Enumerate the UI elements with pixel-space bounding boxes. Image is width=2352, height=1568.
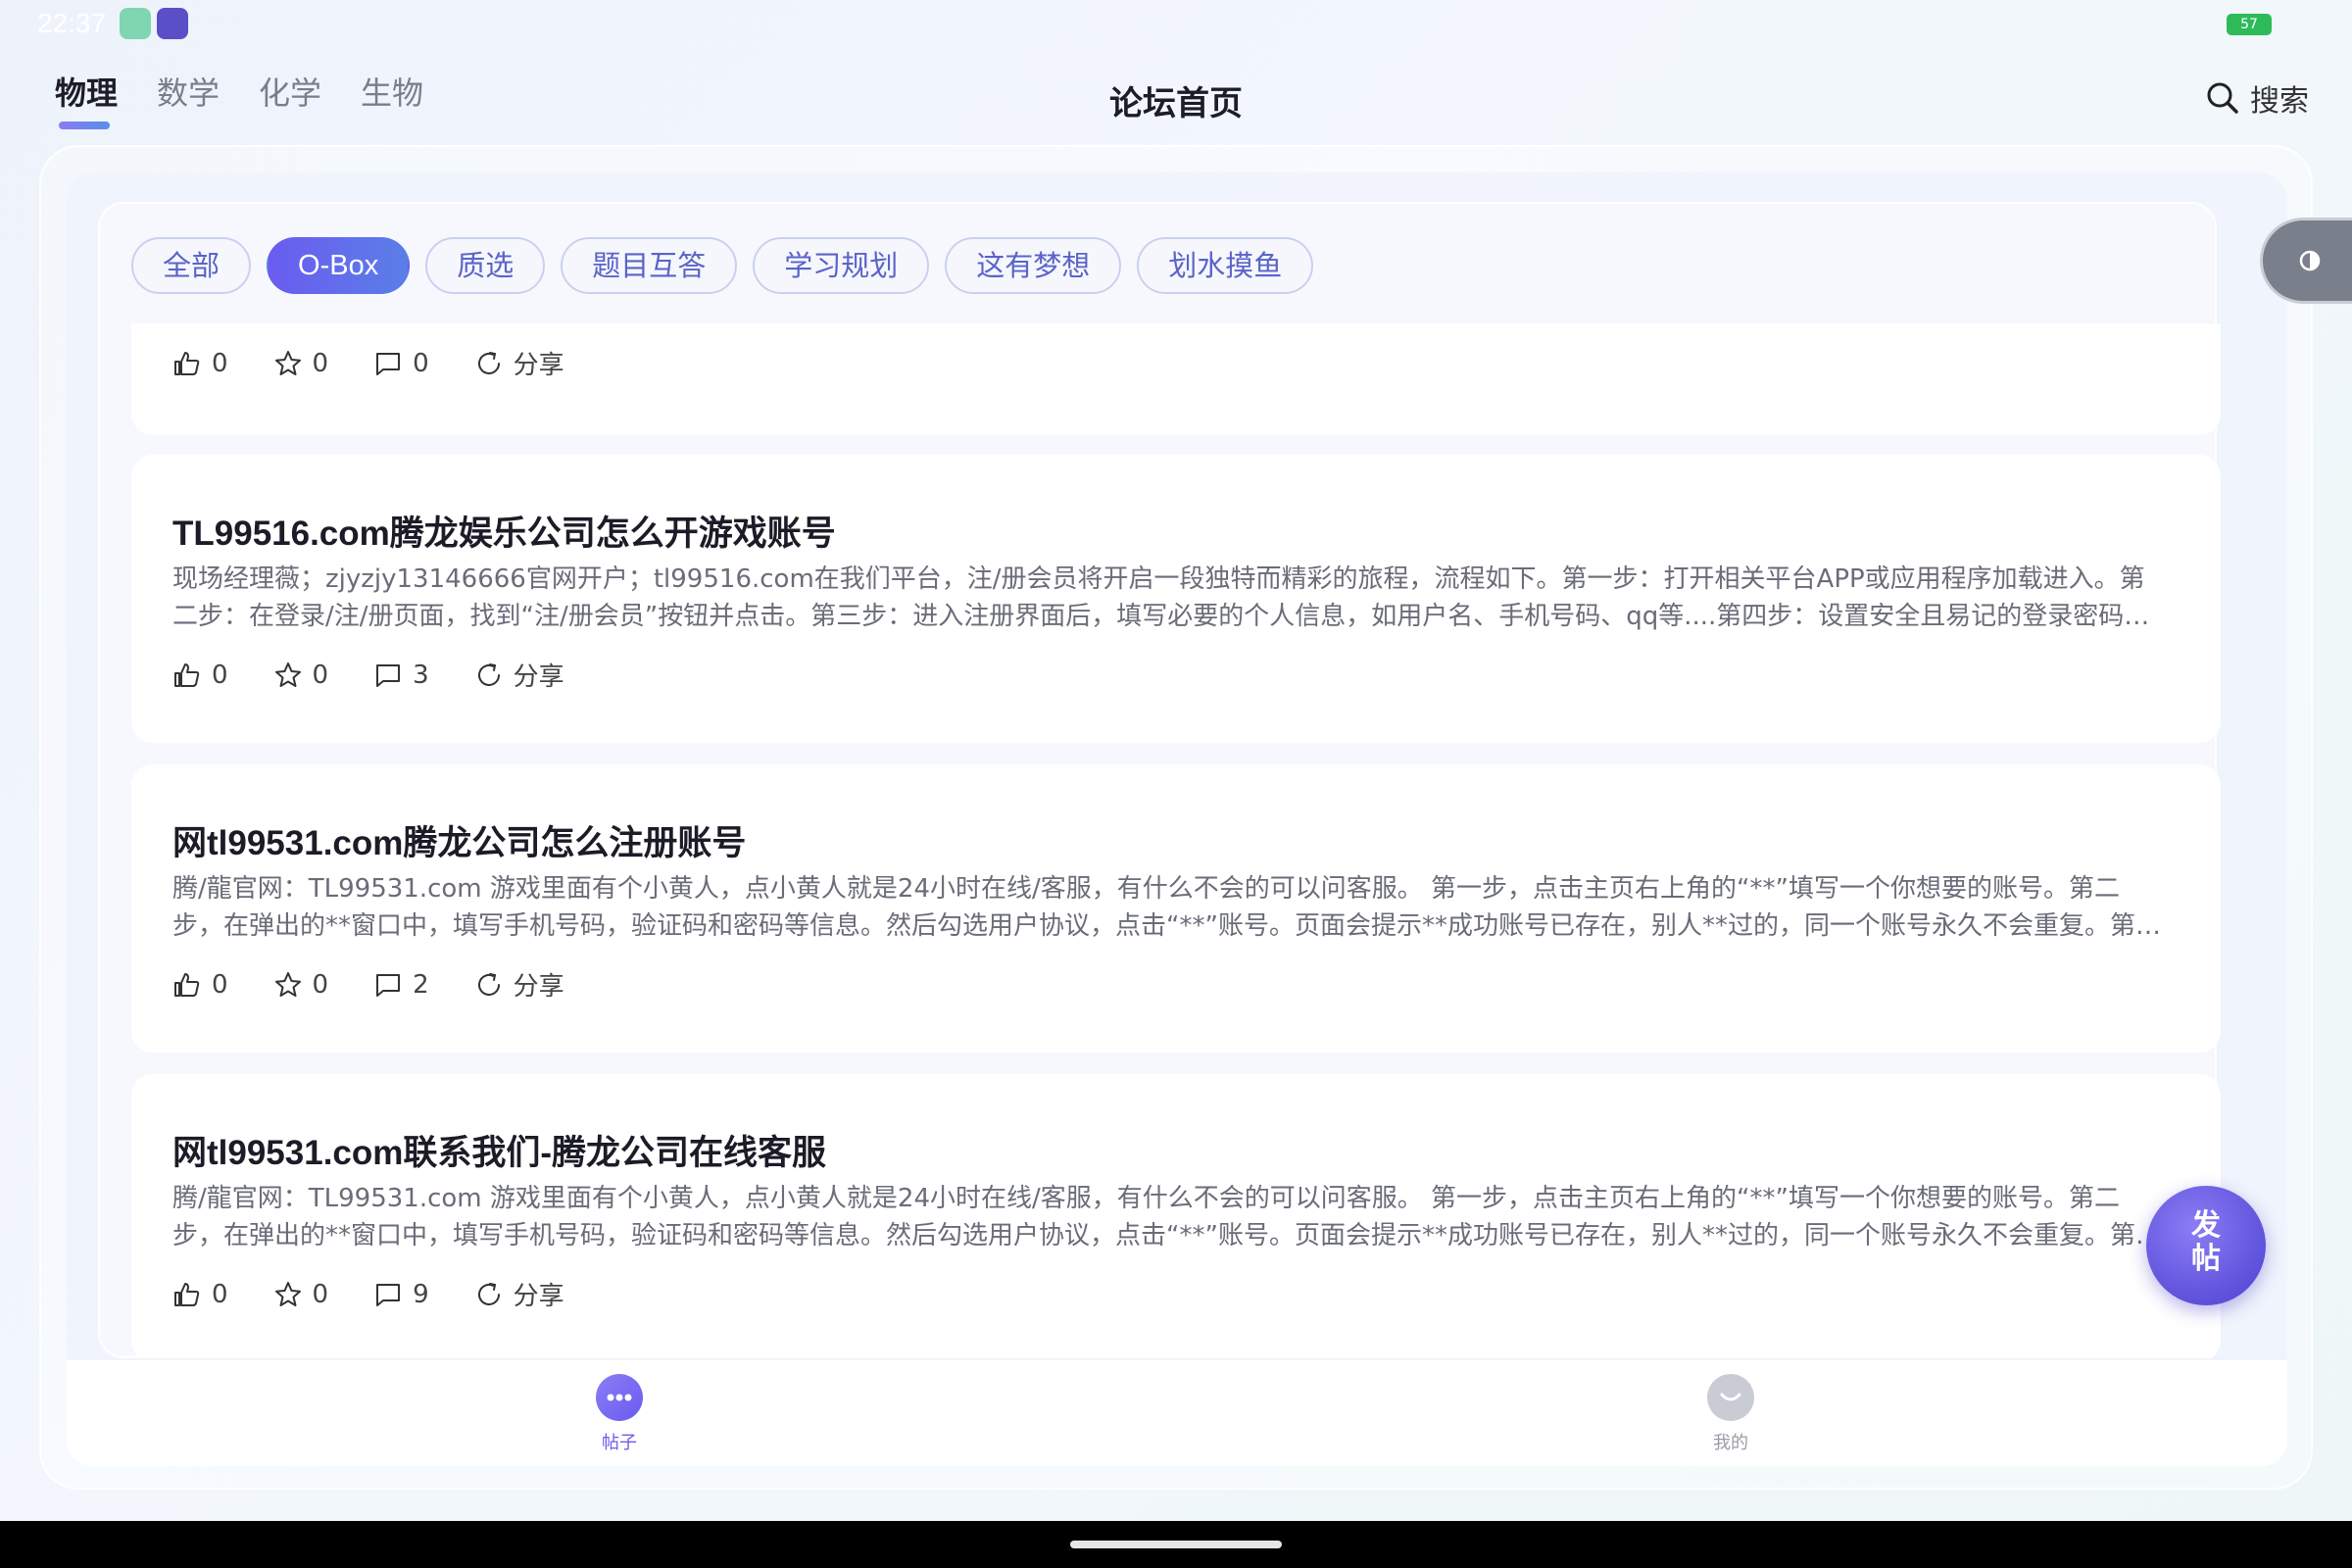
comment-icon (376, 663, 401, 687)
star-icon (274, 971, 301, 997)
share-label: 分享 (513, 351, 564, 380)
share-button[interactable]: 分享 (474, 345, 564, 381)
post-card[interactable]: TL99516.com腾龙娱乐公司怎么开游戏账号 现场经理薇；zjyzjy131… (131, 455, 2221, 743)
tab-posts-label: 帖子 (602, 1433, 637, 1453)
like-count: 0 (212, 969, 228, 1000)
comment-button[interactable]: 3 (373, 661, 429, 690)
chip-obox[interactable]: O-Box (267, 237, 411, 294)
thumbs-up-icon (174, 351, 200, 375)
share-label: 分享 (513, 662, 564, 692)
thumbs-up-icon (174, 662, 200, 687)
favorite-count: 0 (312, 660, 329, 690)
profile-icon (1707, 1374, 1754, 1421)
search-label: 搜索 (2250, 84, 2309, 119)
status-bar: 22:37 57 (0, 0, 2352, 49)
tab-mine[interactable]: 我的 (1672, 1374, 1789, 1454)
tab-mine-label: 我的 (1713, 1433, 1748, 1453)
new-post-label: 发帖 (2191, 1208, 2221, 1276)
chat-bubble-icon (596, 1374, 643, 1421)
chip-study-plan[interactable]: 学习规划 (753, 237, 930, 294)
comment-button[interactable]: 9 (373, 1280, 429, 1309)
chip-dreams[interactable]: 这有梦想 (945, 237, 1122, 294)
new-post-button[interactable]: 发帖 (2146, 1186, 2266, 1305)
post-actions: 0 0 0 分享 (172, 345, 564, 381)
comment-icon (376, 1283, 401, 1306)
contrast-icon (2299, 250, 2321, 271)
post-card[interactable]: 网tl99531.com联系我们-腾龙公司在线客服 腾/龍官网：TL99531.… (131, 1074, 2221, 1358)
star-icon (274, 350, 301, 375)
chip-featured[interactable]: 质选 (425, 237, 546, 294)
theme-toggle-button[interactable] (2260, 218, 2352, 304)
post-list[interactable]: 0 0 0 分享 TL99516.com腾龙娱乐公司怎么开游戏账号 现场经理薇；… (131, 323, 2221, 1358)
page-title: 论坛首页 (1109, 84, 1243, 123)
favorite-count: 0 (312, 969, 329, 1000)
comment-count: 3 (413, 660, 429, 690)
post-title[interactable]: TL99516.com腾龙娱乐公司怎么开游戏账号 (172, 506, 836, 556)
star-icon (274, 1281, 301, 1306)
post-actions: 0 0 9 分享 (172, 1276, 564, 1312)
like-count: 0 (212, 660, 228, 690)
like-button[interactable]: 0 (172, 1280, 228, 1309)
star-icon (274, 662, 301, 687)
status-time: 22:37 (37, 8, 107, 38)
share-icon (477, 1282, 500, 1305)
favorite-button[interactable]: 0 (273, 969, 329, 1000)
share-label: 分享 (513, 1282, 564, 1311)
tab-posts[interactable]: 帖子 (561, 1374, 678, 1454)
share-icon (477, 662, 500, 686)
app-notification-icon (157, 8, 188, 39)
favorite-count: 0 (312, 348, 329, 378)
post-excerpt: 腾/龍官网：TL99531.com 游戏里面有个小黄人，点小黄人就是24小时在线… (172, 874, 2161, 941)
home-indicator[interactable] (1070, 1541, 1282, 1548)
app-notification-icon (120, 8, 151, 39)
chip-all[interactable]: 全部 (131, 237, 252, 294)
chip-offtopic[interactable]: 划水摸鱼 (1137, 237, 1314, 294)
comment-button[interactable]: 0 (373, 349, 429, 378)
like-count: 0 (212, 348, 228, 378)
like-button[interactable]: 0 (172, 661, 228, 690)
share-button[interactable]: 分享 (474, 657, 564, 693)
post-excerpt: 腾/龍官网：TL99531.com 游戏里面有个小黄人，点小黄人就是24小时在线… (172, 1184, 2161, 1250)
thumbs-up-icon (174, 1282, 200, 1306)
share-button[interactable]: 分享 (474, 966, 564, 1003)
search-icon (2207, 82, 2238, 114)
comment-button[interactable]: 2 (373, 970, 429, 1000)
post-excerpt: 现场经理薇；zjyzjy13146666官网开户；tl99516.com在我们平… (172, 564, 2150, 631)
post-card[interactable]: 0 0 0 分享 (131, 323, 2221, 435)
favorite-button[interactable]: 0 (273, 1279, 329, 1309)
share-button[interactable]: 分享 (474, 1276, 564, 1312)
comment-icon (376, 973, 401, 997)
chip-qa[interactable]: 题目互答 (561, 237, 738, 294)
comment-count: 9 (413, 1279, 429, 1309)
bottom-tab-bar: 帖子 我的 (67, 1360, 2287, 1466)
post-actions: 0 0 3 分享 (172, 657, 564, 693)
like-button[interactable]: 0 (172, 349, 228, 378)
post-card[interactable]: 网tl99531.com腾龙公司怎么注册账号 腾/龍官网：TL99531.com… (131, 764, 2221, 1053)
like-button[interactable]: 0 (172, 970, 228, 1000)
favorite-count: 0 (312, 1279, 329, 1309)
post-actions: 0 0 2 分享 (172, 966, 564, 1003)
comment-count: 0 (413, 348, 429, 378)
favorite-button[interactable]: 0 (273, 660, 329, 690)
search-button[interactable]: 搜索 (2205, 76, 2309, 120)
comment-count: 2 (413, 969, 429, 1000)
like-count: 0 (212, 1279, 228, 1309)
share-icon (477, 972, 500, 996)
category-chips: 全部 O-Box 质选 题目互答 学习规划 这有梦想 划水摸鱼 (131, 237, 1314, 294)
comment-icon (376, 352, 401, 375)
favorite-button[interactable]: 0 (273, 348, 329, 378)
battery-icon: 57 (2227, 14, 2272, 35)
share-icon (477, 351, 500, 374)
thumbs-up-icon (174, 972, 200, 997)
system-nav-bar (0, 1521, 2352, 1568)
header: 物理 数学 化学 生物 论坛首页 搜索 (0, 59, 2352, 147)
post-title[interactable]: 网tl99531.com联系我们-腾龙公司在线客服 (172, 1125, 826, 1175)
share-label: 分享 (513, 972, 564, 1002)
post-title[interactable]: 网tl99531.com腾龙公司怎么注册账号 (172, 815, 746, 865)
